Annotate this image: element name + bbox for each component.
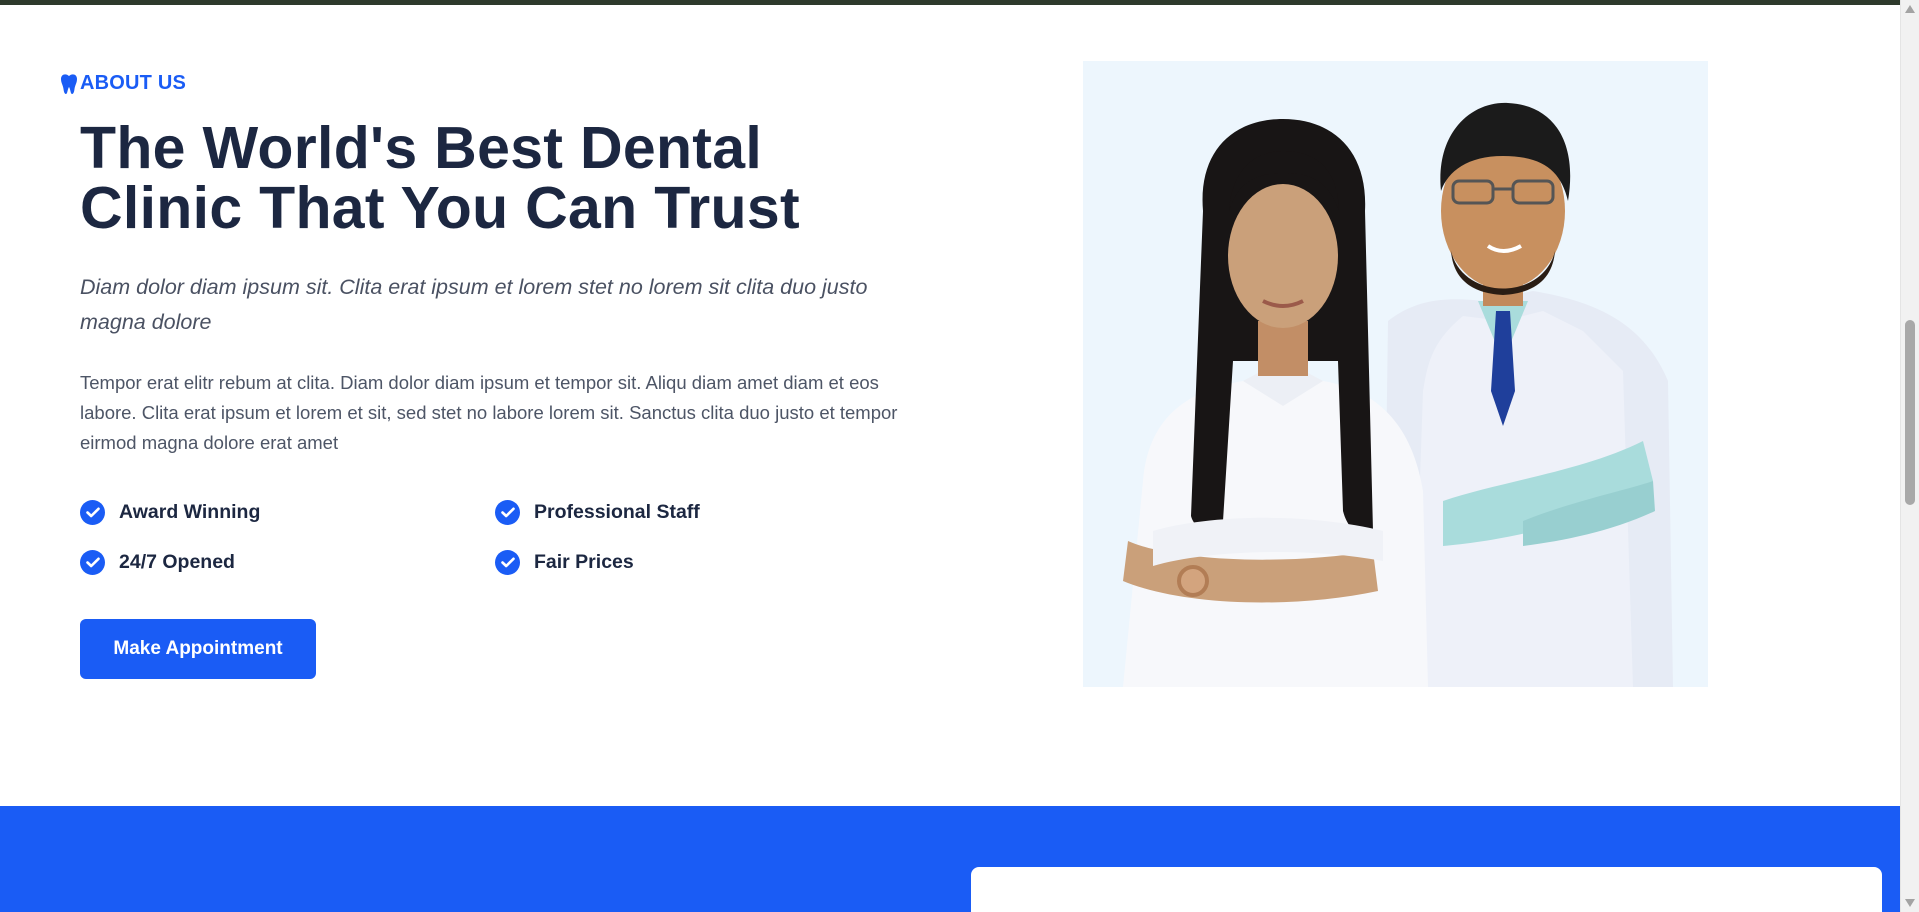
feature-item: 24/7 Opened bbox=[80, 548, 495, 576]
page: ABOUT US The World's Best Dental Clinic … bbox=[0, 0, 1919, 912]
section-eyebrow: ABOUT US bbox=[60, 72, 186, 95]
feature-label: Award Winning bbox=[119, 500, 261, 523]
top-strip bbox=[0, 0, 1900, 5]
feature-label: Professional Staff bbox=[534, 500, 700, 523]
dentists-photo bbox=[1083, 61, 1708, 687]
page-scrollbar[interactable] bbox=[1900, 0, 1919, 912]
feature-label: Fair Prices bbox=[534, 550, 634, 573]
scrollbar-thumb[interactable] bbox=[1905, 320, 1915, 505]
feature-item: Professional Staff bbox=[495, 498, 900, 526]
scroll-up-arrow-icon[interactable] bbox=[1905, 5, 1915, 13]
feature-label: 24/7 Opened bbox=[119, 550, 235, 573]
body-text: Tempor erat elitr rebum at clita. Diam d… bbox=[80, 372, 898, 453]
check-circle-icon bbox=[80, 499, 105, 525]
scroll-down-arrow-icon[interactable] bbox=[1905, 899, 1915, 907]
feature-list: Award Winning Professional Staff 24/7 Op… bbox=[80, 498, 900, 576]
check-circle-icon bbox=[495, 499, 520, 525]
feature-item: Fair Prices bbox=[495, 548, 900, 576]
check-circle-icon bbox=[495, 549, 520, 575]
next-section-card bbox=[971, 867, 1882, 912]
check-circle-icon bbox=[80, 549, 105, 575]
lead-text: Diam dolor diam ipsum sit. Clita erat ip… bbox=[80, 275, 868, 334]
page-title: The World's Best Dental Clinic That You … bbox=[80, 115, 800, 241]
feature-item: Award Winning bbox=[80, 498, 495, 526]
make-appointment-button[interactable]: Make Appointment bbox=[80, 619, 316, 679]
about-label: ABOUT US bbox=[80, 72, 187, 94]
tooth-icon bbox=[60, 73, 78, 95]
